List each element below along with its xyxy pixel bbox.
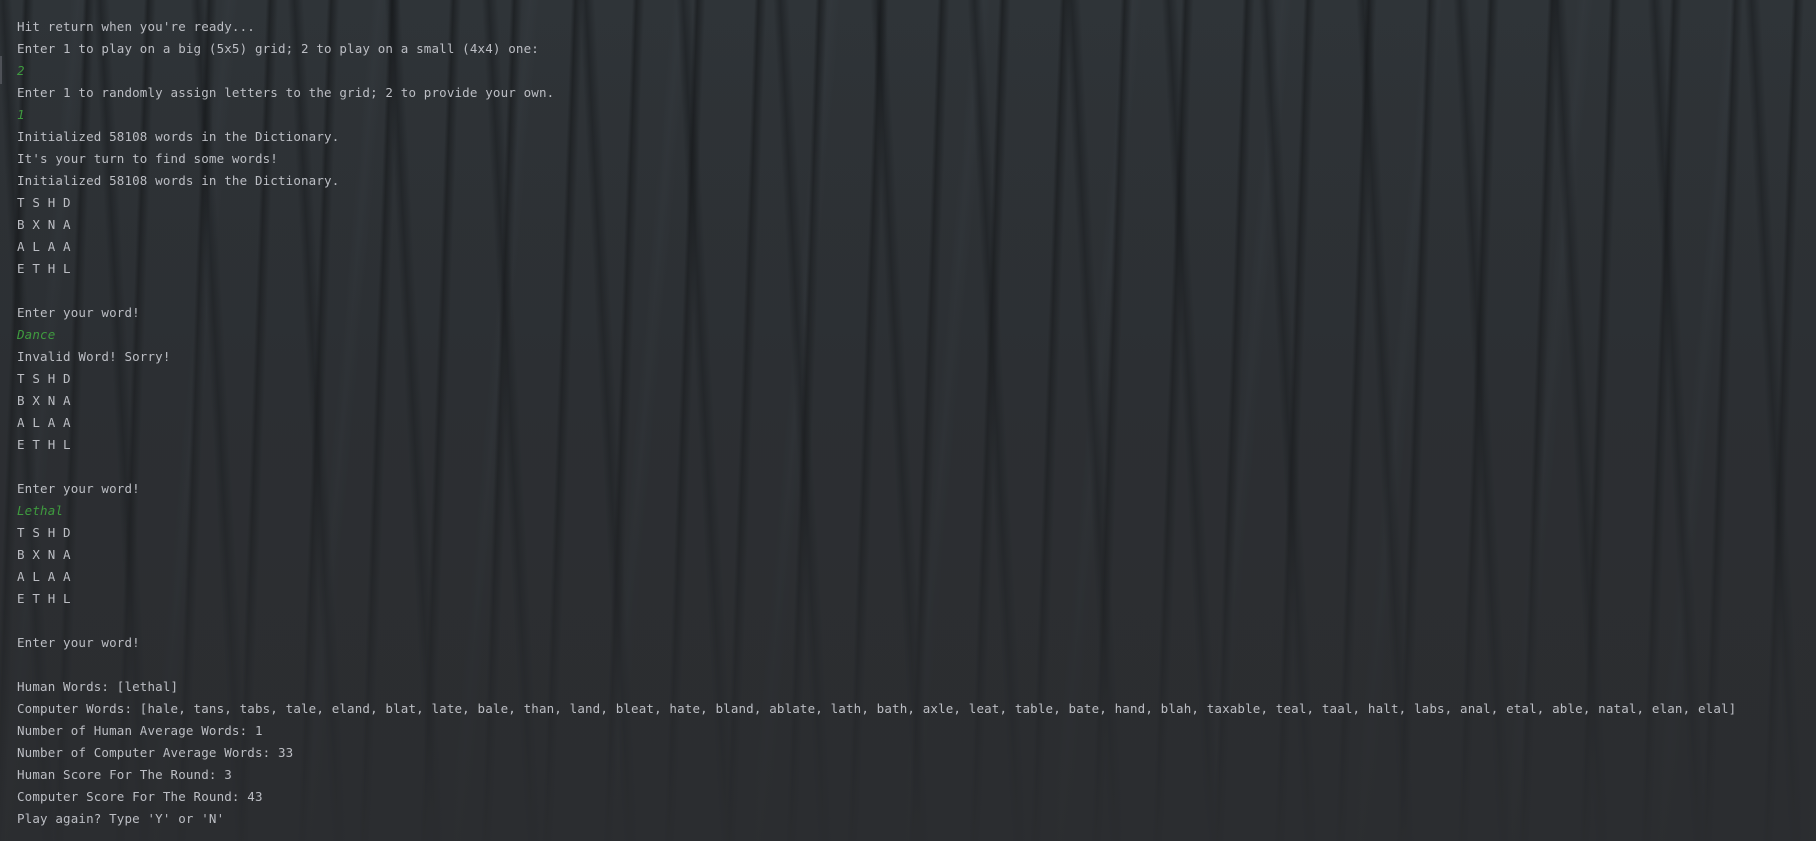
grid-row: B X N A xyxy=(17,393,71,408)
console-line: Enter your word! xyxy=(17,635,140,650)
grid-row: T S H D xyxy=(17,371,71,386)
run-console[interactable]: Hit return when you're ready... Enter 1 … xyxy=(0,0,1816,841)
user-input-line: 2 xyxy=(17,63,25,78)
console-line: Invalid Word! Sorry! xyxy=(17,349,171,364)
console-line: It's your turn to find some words! xyxy=(17,151,278,166)
grid-row: A L A A xyxy=(17,415,71,430)
grid-row: E T H L xyxy=(17,261,71,276)
console-line: Hit return when you're ready... xyxy=(17,19,255,34)
grid-row: A L A A xyxy=(17,239,71,254)
console-line: Enter your word! xyxy=(17,481,140,496)
user-input-line: 1 xyxy=(17,107,25,122)
console-output[interactable]: Hit return when you're ready... Enter 1 … xyxy=(17,16,1812,830)
console-line: Initialized 58108 words in the Dictionar… xyxy=(17,173,340,188)
human-score-line: Human Score For The Round: 3 xyxy=(17,767,232,782)
grid-row: A L A A xyxy=(17,569,71,584)
grid-row: B X N A xyxy=(17,547,71,562)
play-again-prompt: Play again? Type 'Y' or 'N' xyxy=(17,811,225,826)
console-line: Enter 1 to randomly assign letters to th… xyxy=(17,85,555,100)
computer-word-count-line: Number of Computer Average Words: 33 xyxy=(17,745,294,760)
grid-row: E T H L xyxy=(17,591,71,606)
user-input-line: Lethal xyxy=(17,503,64,518)
computer-words-line: Computer Words: [hale, tans, tabs, tale,… xyxy=(17,701,1737,716)
computer-score-line: Computer Score For The Round: 43 xyxy=(17,789,263,804)
human-word-count-line: Number of Human Average Words: 1 xyxy=(17,723,263,738)
grid-row: E T H L xyxy=(17,437,71,452)
grid-row: T S H D xyxy=(17,195,71,210)
grid-row: T S H D xyxy=(17,525,71,540)
console-line: Enter 1 to play on a big (5x5) grid; 2 t… xyxy=(17,41,539,56)
gutter-marker xyxy=(0,56,2,84)
human-words-line: Human Words: [lethal] xyxy=(17,679,179,694)
console-line: Initialized 58108 words in the Dictionar… xyxy=(17,129,340,144)
grid-row: B X N A xyxy=(17,217,71,232)
user-input-line: Dance xyxy=(17,327,56,342)
console-line: Enter your word! xyxy=(17,305,140,320)
